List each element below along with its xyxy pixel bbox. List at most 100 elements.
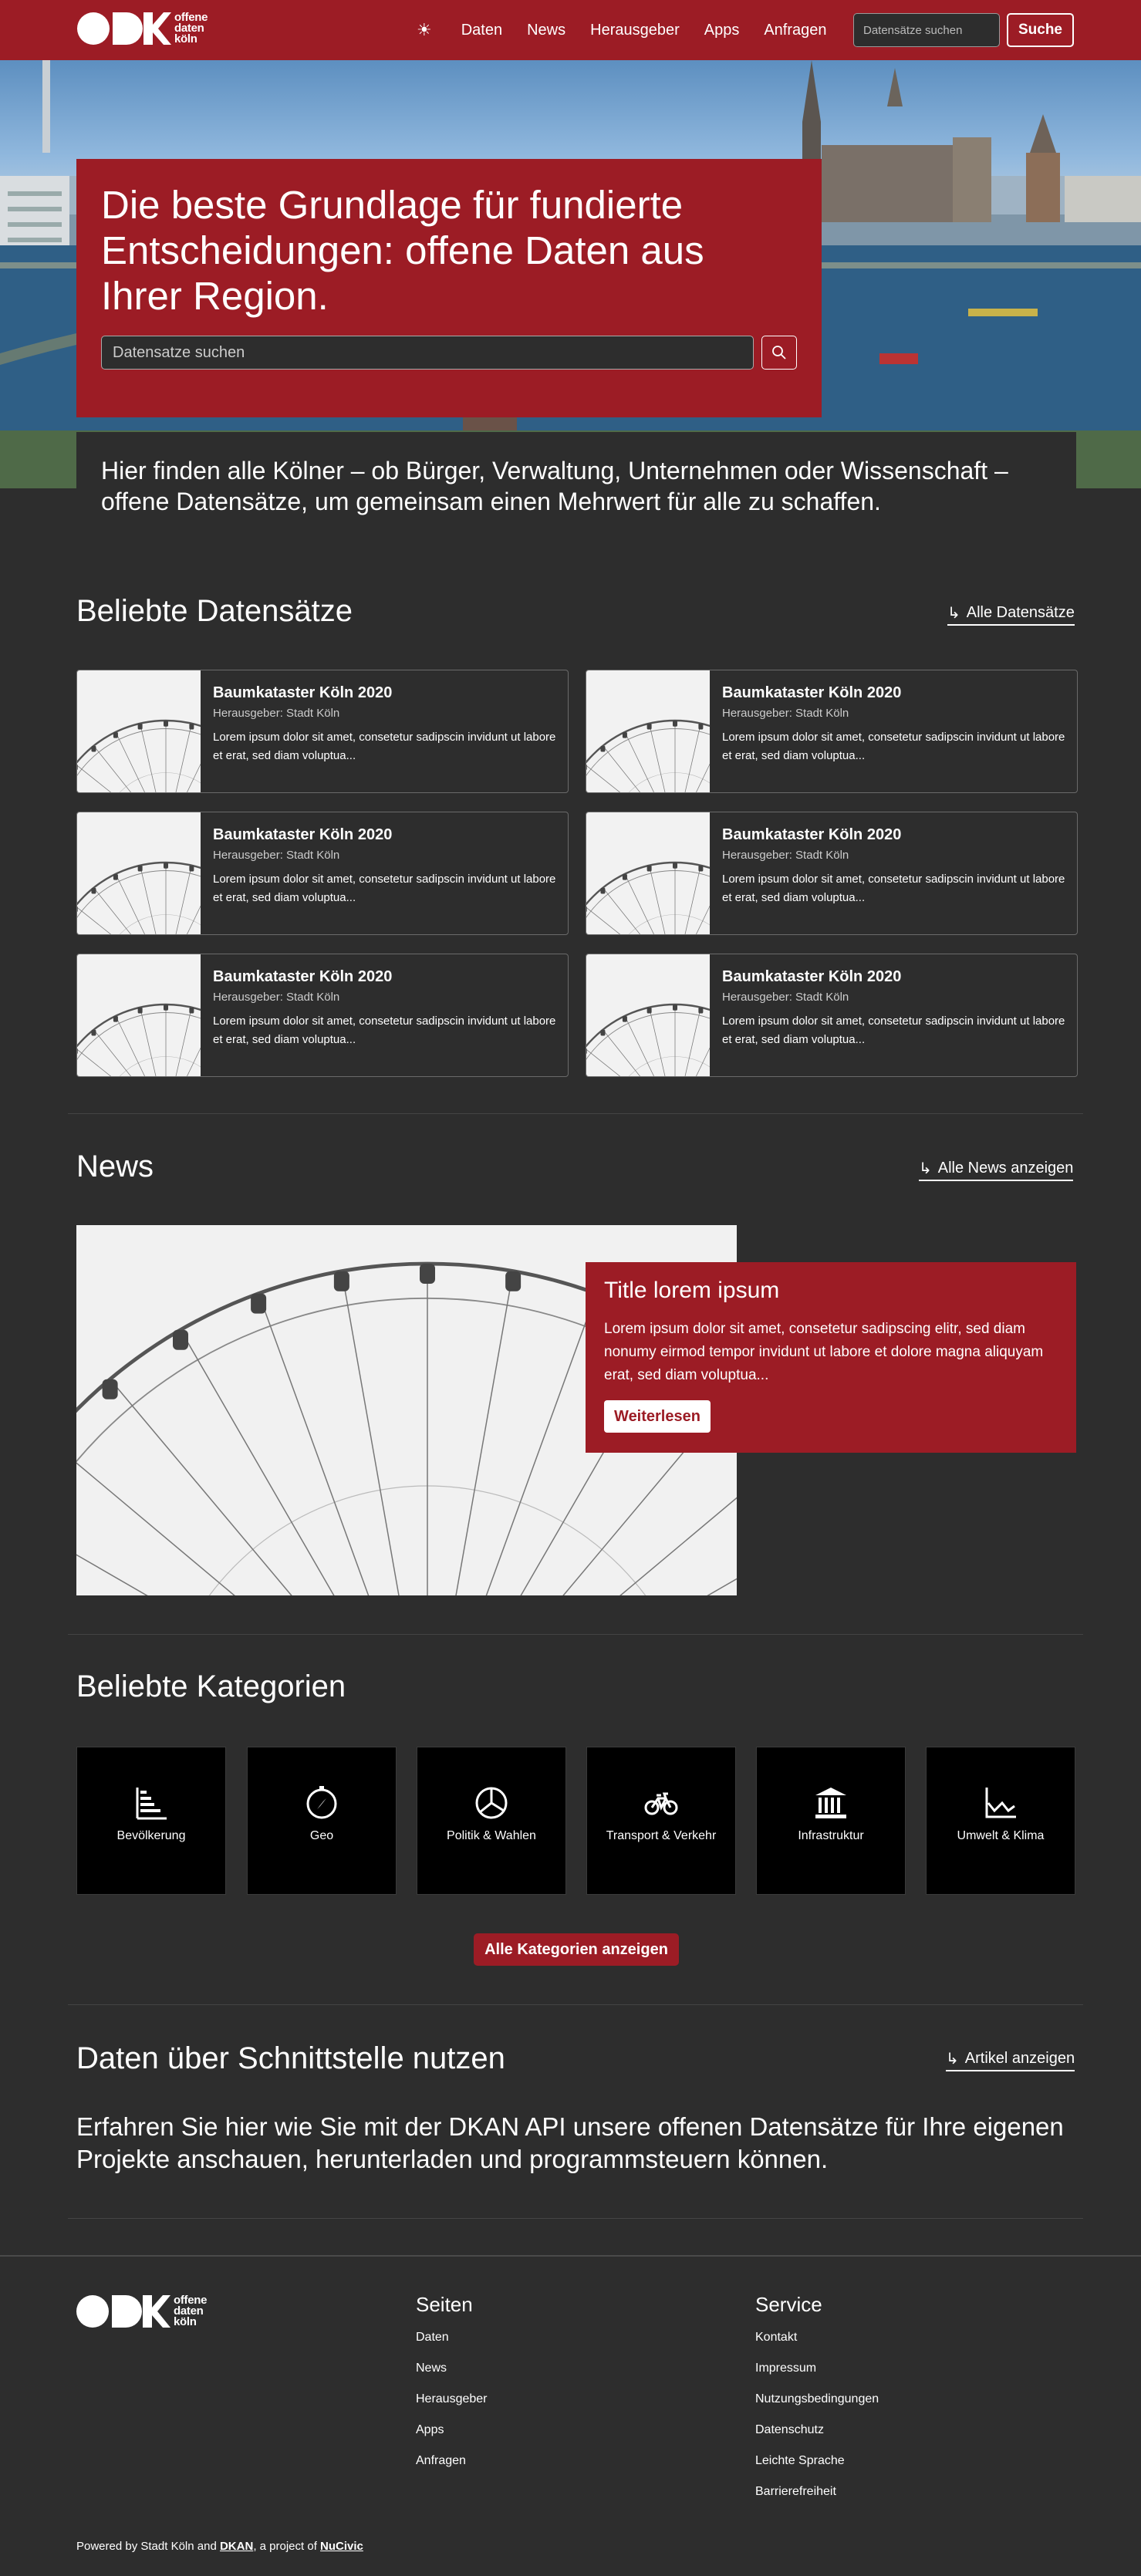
logo-text: offene daten köln [174, 12, 208, 45]
dataset-description: Lorem ipsum dolor sit amet, consetetur s… [213, 873, 556, 904]
powered-by: Powered by Stadt Köln and DKAN, a projec… [76, 2540, 363, 2553]
news-item-title: Title lorem ipsum [604, 1278, 780, 1303]
dataset-title[interactable]: Baumkataster Köln 2020 [722, 684, 901, 702]
category-bevoelkerung[interactable]: Bevölkerung [76, 1747, 226, 1895]
header-search-input[interactable]: Datensätze suchen [853, 13, 1000, 47]
line-chart-icon [985, 1788, 1016, 1818]
footer-logo[interactable]: offene daten köln [76, 2294, 208, 2329]
all-categories-button[interactable]: Alle Kategorien anzeigen [474, 1933, 679, 1966]
dataset-title[interactable]: Baumkataster Köln 2020 [213, 826, 392, 844]
hero-title: Die beste Grundlage für fundierte Entsch… [101, 183, 704, 318]
arrow-return-icon: ↳ [946, 2051, 959, 2068]
article-link[interactable]: ↳ Artikel anzeigen [946, 2049, 1075, 2071]
read-more-button[interactable]: Weiterlesen [604, 1400, 711, 1433]
dataset-publisher: Herausgeber: Stadt Köln [213, 991, 340, 1004]
category-label: Geo [309, 1829, 334, 1842]
arrow-return-icon: ↳ [919, 1160, 932, 1177]
nav-news[interactable]: News [527, 22, 565, 39]
category-label: Infrastruktur [798, 1829, 864, 1842]
header-search-button[interactable]: Suche [1007, 13, 1074, 47]
dataset-card[interactable]: Baumkataster Köln 2020 Herausgeber: Stadt… [76, 954, 569, 1077]
divider [68, 2218, 1083, 2219]
category-politik[interactable]: Politik & Wahlen [417, 1747, 566, 1895]
bicycle-icon [644, 1792, 678, 1815]
dataset-card[interactable]: Baumkataster Köln 2020 Herausgeber: Stadt… [76, 670, 569, 793]
all-datasets-label: Alle Datensätze [966, 604, 1075, 621]
footer-link-apps[interactable]: Apps [416, 2423, 444, 2437]
footer-link-herausgeber[interactable]: Herausgeber [416, 2392, 488, 2406]
footer-link-nutzungsbedingungen[interactable]: Nutzungsbedingungen [755, 2392, 879, 2406]
all-news-link[interactable]: ↳ Alle News anzeigen [919, 1159, 1074, 1181]
dataset-thumbnail [77, 670, 274, 792]
dataset-thumbnail [586, 954, 783, 1076]
api-title: Daten über Schnittstelle nutzen [76, 2041, 505, 2075]
news-title: News [76, 1150, 154, 1183]
dataset-thumbnail [586, 812, 783, 934]
category-label: Politik & Wahlen [447, 1829, 536, 1842]
category-transport[interactable]: Transport & Verkehr [586, 1747, 736, 1895]
hero-search-input[interactable]: Datensatze suchen [101, 336, 754, 370]
dataset-publisher: Herausgeber: Stadt Köln [722, 707, 849, 720]
all-datasets-link[interactable]: ↳ Alle Datensätze [947, 603, 1075, 626]
category-infrastruktur[interactable]: Infrastruktur [756, 1747, 906, 1895]
dataset-thumbnail [77, 812, 274, 934]
dataset-publisher: Herausgeber: Stadt Köln [213, 707, 340, 720]
dataset-card[interactable]: Baumkataster Köln 2020 Herausgeber: Stadt… [76, 812, 569, 935]
footer-link-kontakt[interactable]: Kontakt [755, 2331, 797, 2345]
hero-box: Die beste Grundlage für fundierte Entsch… [76, 159, 822, 417]
divider [68, 1113, 1083, 1114]
nav-daten[interactable]: Daten [461, 22, 502, 39]
dataset-card[interactable]: Baumkataster Köln 2020 Herausgeber: Stadt… [586, 812, 1078, 935]
nucivic-link[interactable]: NuCivic [320, 2540, 363, 2553]
search-icon [772, 346, 786, 360]
datasets-title: Beliebte Datensätze [76, 594, 353, 628]
nav-apps[interactable]: Apps [704, 22, 740, 39]
powered-prefix: Powered by Stadt Köln and [76, 2540, 217, 2553]
arrow-return-icon: ↳ [947, 605, 960, 622]
sun-icon[interactable]: ☀ [417, 20, 432, 40]
categories-title: Beliebte Kategorien [76, 1670, 346, 1703]
intro-panel: Hier finden alle Kölner – ob Bürger, Ver… [76, 432, 1076, 518]
dataset-title[interactable]: Baumkataster Köln 2020 [213, 684, 392, 702]
category-geo[interactable]: Geo [247, 1747, 397, 1895]
hero-search-button[interactable] [761, 336, 797, 370]
dataset-card[interactable]: Baumkataster Köln 2020 Herausgeber: Stadt… [586, 954, 1078, 1077]
dataset-card[interactable]: Baumkataster Köln 2020 Herausgeber: Stadt… [586, 670, 1078, 793]
dataset-thumbnail [77, 954, 274, 1076]
footer-link-leichte-sprache[interactable]: Leichte Sprache [755, 2454, 845, 2468]
footer-link-daten[interactable]: Daten [416, 2331, 449, 2345]
dataset-title[interactable]: Baumkataster Köln 2020 [722, 826, 901, 844]
main-nav: ☀ Daten News Herausgeber Apps Anfragen [417, 0, 839, 60]
compass-icon [306, 1786, 337, 1819]
logo-word: köln [174, 2315, 197, 2328]
news-item-text: Lorem ipsum dolor sit amet, consetetur s… [604, 1321, 1044, 1383]
dataset-description: Lorem ipsum dolor sit amet, consetetur s… [722, 731, 1065, 762]
footer-link-barrierefreiheit[interactable]: Barrierefreiheit [755, 2485, 836, 2499]
dataset-title[interactable]: Baumkataster Köln 2020 [722, 968, 901, 986]
footer-link-anfragen[interactable]: Anfragen [416, 2454, 466, 2468]
category-label: Transport & Verkehr [606, 1829, 717, 1842]
article-label: Artikel anzeigen [964, 2050, 1075, 2067]
nav-anfragen[interactable]: Anfragen [764, 22, 826, 39]
site-footer: offene daten köln Seiten Daten News Hera… [0, 2255, 1141, 2576]
dataset-publisher: Herausgeber: Stadt Köln [722, 849, 849, 862]
divider [68, 2004, 1083, 2005]
dataset-description: Lorem ipsum dolor sit amet, consetetur s… [213, 1015, 556, 1046]
footer-link-impressum[interactable]: Impressum [755, 2362, 816, 2375]
dataset-publisher: Herausgeber: Stadt Köln [213, 849, 340, 862]
nav-herausgeber[interactable]: Herausgeber [590, 22, 680, 39]
dataset-publisher: Herausgeber: Stadt Köln [722, 991, 849, 1004]
logo-text: offene daten köln [174, 2294, 208, 2328]
pie-chart-icon [475, 1787, 508, 1819]
building-icon [815, 1788, 846, 1818]
footer-link-news[interactable]: News [416, 2362, 447, 2375]
dataset-title[interactable]: Baumkataster Köln 2020 [213, 968, 392, 986]
footer-link-datenschutz[interactable]: Datenschutz [755, 2423, 824, 2437]
site-logo[interactable]: offene daten köln [77, 11, 208, 46]
category-umwelt[interactable]: Umwelt & Klima [926, 1747, 1075, 1895]
dkan-link[interactable]: DKAN [220, 2540, 253, 2553]
logo-word: köln [174, 32, 197, 46]
dataset-description: Lorem ipsum dolor sit amet, consetetur s… [213, 731, 556, 762]
footer-service-title: Service [755, 2293, 822, 2316]
api-text: Erfahren Sie hier wie Sie mit der DKAN A… [76, 2112, 1064, 2173]
